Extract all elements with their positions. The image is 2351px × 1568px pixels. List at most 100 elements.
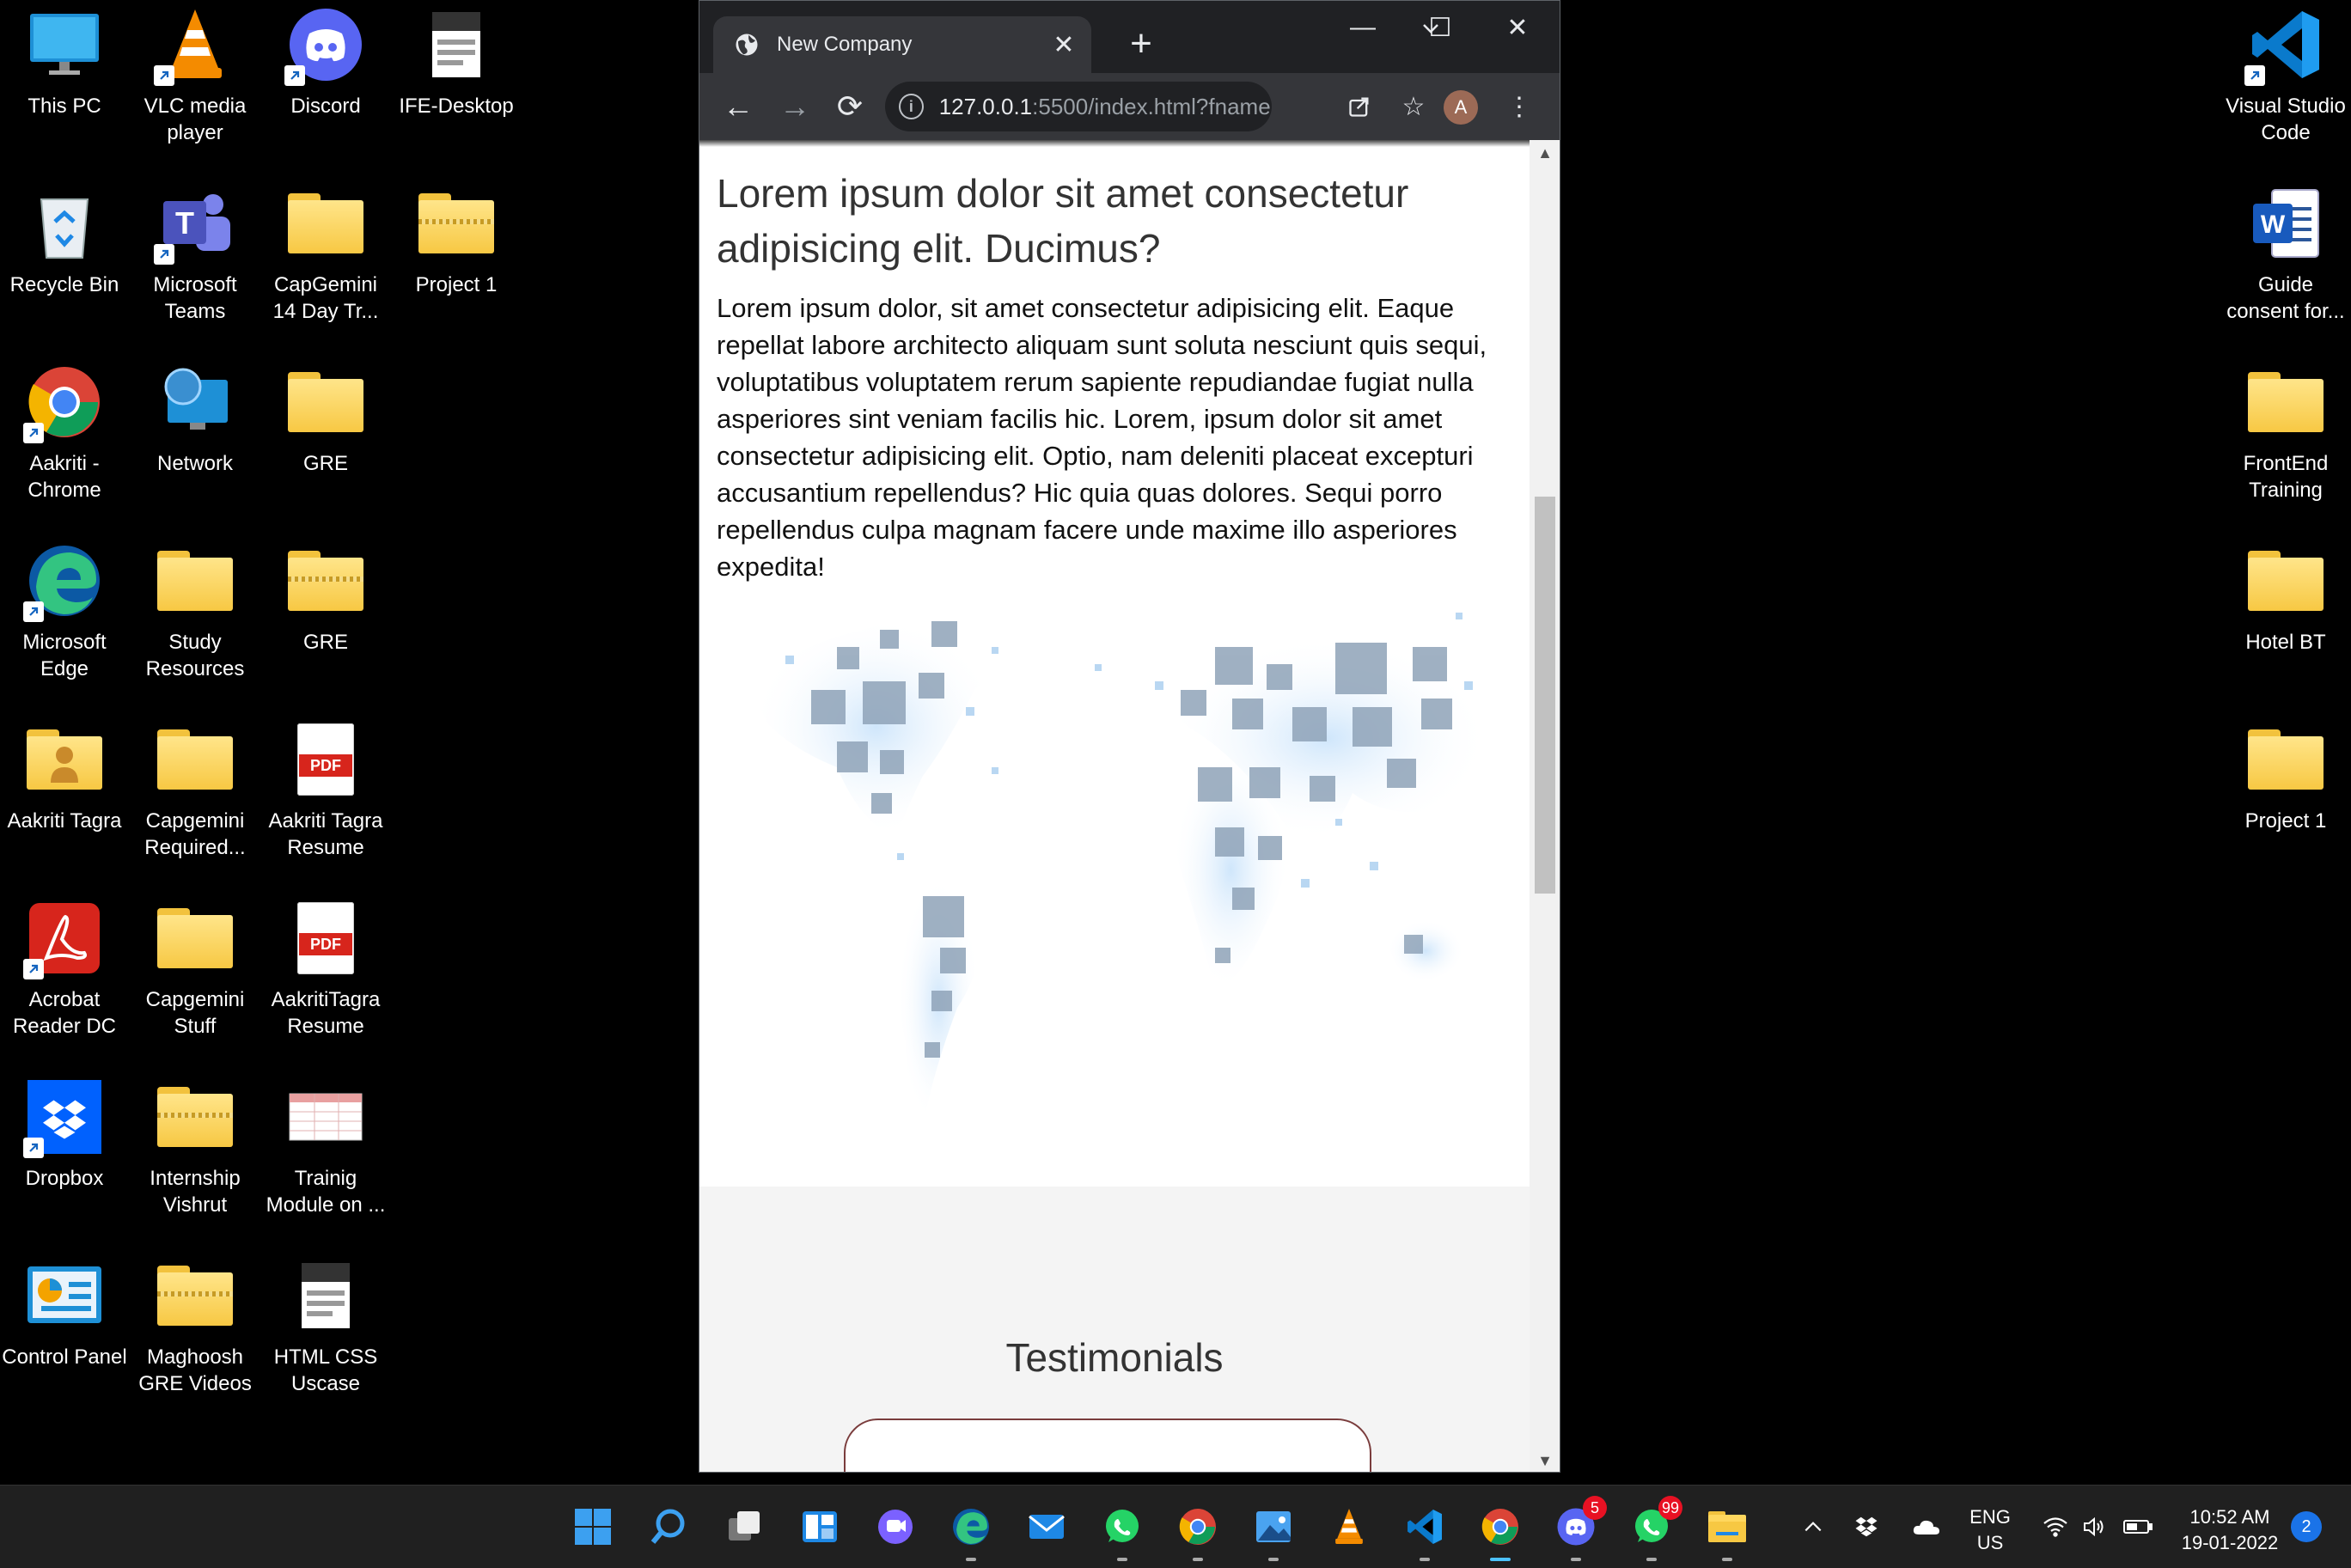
desktop-icon-25[interactable]: HTML CSS Uscase: [261, 1254, 390, 1397]
desktop-icon-right-1[interactable]: W Guide consent for...: [2221, 182, 2350, 325]
network-icon: [154, 361, 236, 443]
show-hidden-icons-chevron-icon[interactable]: [1796, 1486, 1830, 1568]
notification-count-badge[interactable]: 2: [2291, 1511, 2322, 1542]
close-window-button[interactable]: ✕: [1492, 7, 1543, 48]
site-info-icon[interactable]: i: [899, 94, 924, 119]
dropbox-tray-icon[interactable]: [1849, 1486, 1884, 1568]
vlc-taskbar[interactable]: [1323, 1501, 1375, 1553]
teams-icon: T: [154, 182, 236, 265]
desktop-icon-14[interactable]: Aakriti Tagra: [0, 718, 129, 834]
desktop-icon-0[interactable]: This PC: [0, 3, 129, 119]
menu-kebab-icon[interactable]: ⋮: [1498, 85, 1541, 128]
tab-title: New Company: [777, 33, 913, 56]
desktop-icon-10[interactable]: GRE: [261, 361, 390, 477]
desktop-icon-label: Maghoosh GRE Videos: [138, 1345, 252, 1395]
language-indicator[interactable]: ENG US: [1959, 1504, 2021, 1556]
desktop-icon-19[interactable]: PDF AakritiTagra Resume: [261, 897, 390, 1040]
zip-folder-icon: [284, 540, 367, 622]
tab-close-icon[interactable]: ✕: [1047, 27, 1081, 62]
chrome-profile-taskbar[interactable]: [1475, 1501, 1526, 1561]
desktop-icon-12[interactable]: Study Resources: [131, 540, 260, 682]
desktop-icon-11[interactable]: Microsoft Edge: [0, 540, 129, 682]
desktop-icon-9[interactable]: Network: [131, 361, 260, 477]
testimonial-card: [844, 1419, 1371, 1472]
globe-icon: [736, 34, 758, 56]
whatsapp-2-taskbar[interactable]: 99: [1626, 1496, 1682, 1561]
shortcut-arrow-icon: [154, 244, 174, 265]
desktop-icon-3[interactable]: IFE-Desktop: [392, 3, 521, 119]
desktop-icon-label: Aakriti Tagra Resume: [268, 809, 383, 859]
desktop-icon-label: Discord: [290, 95, 361, 118]
desktop-icon-16[interactable]: PDF Aakriti Tagra Resume: [261, 718, 390, 861]
scrollbar-thumb[interactable]: [1535, 497, 1555, 894]
desktop-icon-8[interactable]: Aakriti - Chrome: [0, 361, 129, 503]
desktop-icon-1[interactable]: VLC media player: [131, 3, 260, 146]
reload-icon[interactable]: ⟳: [828, 85, 871, 128]
scroll-up-arrow-icon[interactable]: ▲: [1530, 140, 1560, 166]
desktop-icon-right-2[interactable]: FrontEnd Training: [2221, 361, 2350, 503]
desktop-icon-13[interactable]: GRE: [261, 540, 390, 656]
vscode-taskbar[interactable]: [1399, 1501, 1450, 1561]
scroll-down-arrow-icon[interactable]: ▼: [1530, 1448, 1560, 1472]
forward-arrow-icon[interactable]: →: [773, 85, 816, 128]
widgets-button[interactable]: [794, 1501, 846, 1553]
page-scrollbar[interactable]: ▲ ▼: [1530, 140, 1560, 1472]
section-paragraph: Lorem ipsum dolor, sit amet consectetur …: [717, 293, 1487, 582]
edge-taskbar[interactable]: [945, 1501, 997, 1561]
onedrive-cloud-icon[interactable]: [1908, 1486, 1945, 1568]
desktop-icon-right-4[interactable]: Project 1: [2221, 718, 2350, 834]
section-heading: Lorem ipsum dolor sit amet consectetur a…: [717, 171, 1409, 271]
clock[interactable]: 10:52 AM 19-01-2022: [2165, 1504, 2294, 1556]
chrome-taskbar[interactable]: [1172, 1501, 1224, 1561]
desktop-icon-label: Capgemini Stuff: [145, 988, 245, 1038]
task-view-button[interactable]: [718, 1501, 770, 1553]
user-folder-icon: [23, 718, 106, 801]
desktop-icon-label: Hotel BT: [2245, 631, 2326, 654]
share-icon[interactable]: [1338, 85, 1381, 128]
address-bar[interactable]: i 127.0.0.1:5500/index.html?fname...: [885, 82, 1272, 131]
vscode-icon: [1406, 1508, 1444, 1546]
photos-taskbar[interactable]: [1248, 1501, 1299, 1561]
desktop-icon-21[interactable]: Internship Vishrut: [131, 1076, 260, 1218]
folder-icon: [154, 718, 236, 801]
file-explorer-taskbar[interactable]: [1701, 1501, 1753, 1561]
running-indicator: [966, 1558, 976, 1561]
battery-icon[interactable]: [2119, 1486, 2157, 1568]
discord-taskbar[interactable]: 5: [1550, 1496, 1607, 1561]
profile-avatar[interactable]: A: [1444, 90, 1478, 125]
whatsapp-taskbar[interactable]: [1096, 1501, 1148, 1561]
desktop-icon-7[interactable]: Project 1: [392, 182, 521, 298]
desktop-icon-label: Microsoft Edge: [22, 631, 107, 680]
desktop-icon-label: Internship Vishrut: [150, 1167, 241, 1217]
desktop-icon-2[interactable]: Discord: [261, 3, 390, 119]
desktop-icon-right-3[interactable]: Hotel BT: [2221, 540, 2350, 656]
desktop-icon-6[interactable]: CapGemini 14 Day Tr...: [261, 182, 390, 325]
wifi-icon[interactable]: [2038, 1486, 2073, 1568]
teams-chat-button[interactable]: [870, 1501, 921, 1553]
back-arrow-icon[interactable]: ←: [717, 85, 760, 128]
pdf-icon: PDF: [284, 897, 367, 979]
mail-icon: [1028, 1508, 1066, 1546]
start-button[interactable]: [567, 1501, 619, 1553]
desktop-icon-right-0[interactable]: Visual Studio Code: [2221, 3, 2350, 146]
minimize-button[interactable]: —: [1337, 7, 1389, 48]
mail-taskbar[interactable]: [1021, 1501, 1072, 1553]
maximize-button[interactable]: ☐: [1414, 7, 1466, 48]
desktop-icon-15[interactable]: Capgemini Required...: [131, 718, 260, 861]
desktop-icon-4[interactable]: Recycle Bin: [0, 182, 129, 298]
new-tab-button[interactable]: +: [1121, 22, 1162, 64]
desktop-icon-23[interactable]: Control Panel: [0, 1254, 129, 1370]
desktop-icon-5[interactable]: T Microsoft Teams: [131, 182, 260, 325]
desktop-icon-20[interactable]: Dropbox: [0, 1076, 129, 1192]
tab-new-company[interactable]: New Company ✕: [713, 16, 1091, 73]
volume-icon[interactable]: [2078, 1486, 2112, 1568]
this-pc-icon: [23, 3, 106, 86]
chrome-icon: [1481, 1508, 1519, 1546]
search-button[interactable]: [643, 1501, 694, 1553]
desktop-icon-22[interactable]: Trainig Module on ...: [261, 1076, 390, 1218]
desktop-icon-18[interactable]: Capgemini Stuff: [131, 897, 260, 1040]
desktop-icon-17[interactable]: Acrobat Reader DC: [0, 897, 129, 1040]
bookmark-star-icon[interactable]: ☆: [1392, 85, 1435, 128]
desktop-icon-24[interactable]: Maghoosh GRE Videos: [131, 1254, 260, 1397]
desktop-icon-label: Aakriti - Chrome: [27, 452, 101, 502]
